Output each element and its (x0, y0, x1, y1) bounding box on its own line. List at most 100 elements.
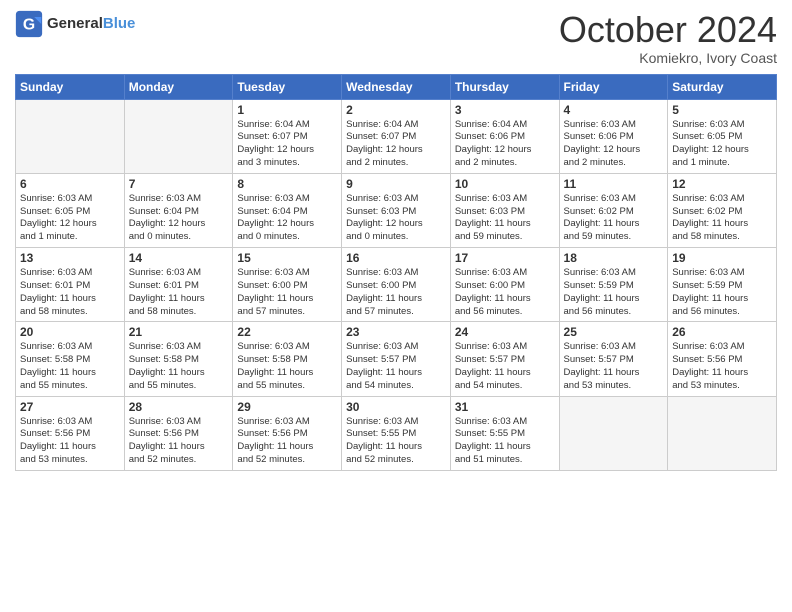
table-row: 1Sunrise: 6:04 AM Sunset: 6:07 PM Daylig… (233, 99, 342, 173)
logo-general: General (47, 15, 103, 32)
table-row (668, 396, 777, 470)
day-info: Sunrise: 6:03 AM Sunset: 6:04 PM Dayligh… (237, 193, 337, 244)
table-row: 27Sunrise: 6:03 AM Sunset: 5:56 PM Dayli… (16, 396, 125, 470)
calendar-week-row: 13 Sunrise: 6:03 AM Sunset: 6:01 PM Dayli… (16, 248, 777, 322)
table-row: 31Sunrise: 6:03 AM Sunset: 5:55 PM Dayli… (450, 396, 559, 470)
day-info: Sunrise: 6:03 AM Sunset: 6:02 PM Dayligh… (564, 193, 664, 244)
day-info: Sunrise: 6:03 AM Sunset: 6:04 PM Dayligh… (129, 193, 229, 244)
table-row (16, 99, 125, 173)
day-info: Sunrise: 6:03 AM Sunset: 6:06 PM Dayligh… (564, 119, 664, 170)
table-row: 5 Sunrise: 6:03 AM Sunset: 6:05 PM Daylig… (668, 99, 777, 173)
col-saturday: Saturday (668, 74, 777, 99)
day-number: 19 (672, 251, 772, 265)
col-monday: Monday (124, 74, 233, 99)
table-row: 17 Sunrise: 6:03 AM Sunset: 6:00 PM Dayli… (450, 248, 559, 322)
logo-icon: G (15, 10, 43, 38)
col-thursday: Thursday (450, 74, 559, 99)
day-number: 7 (129, 177, 229, 191)
day-number: 5 (672, 103, 772, 117)
day-number: 24 (455, 325, 555, 339)
day-number: 15 (237, 251, 337, 265)
col-friday: Friday (559, 74, 668, 99)
day-number: 11 (564, 177, 664, 191)
table-row: 18 Sunrise: 6:03 AM Sunset: 5:59 PM Dayli… (559, 248, 668, 322)
day-info: Sunrise: 6:03 AM Sunset: 5:59 PM Dayligh… (564, 267, 664, 318)
table-row: 29 Sunrise: 6:03 AM Sunset: 5:56 PM Dayli… (233, 396, 342, 470)
table-row: 26Sunrise: 6:03 AM Sunset: 5:56 PM Dayli… (668, 322, 777, 396)
day-number: 22 (237, 325, 337, 339)
day-info: Sunrise: 6:03 AM Sunset: 6:01 PM Dayligh… (129, 267, 229, 318)
day-number: 21 (129, 325, 229, 339)
day-info: Sunrise: 6:03 AM Sunset: 6:01 PM Dayligh… (20, 267, 120, 318)
day-info: Sunrise: 6:03 AM Sunset: 5:55 PM Dayligh… (455, 416, 555, 467)
table-row: 20 Sunrise: 6:03 AM Sunset: 5:58 PM Dayli… (16, 322, 125, 396)
day-info: Sunrise: 6:03 AM Sunset: 6:05 PM Dayligh… (672, 119, 772, 170)
logo: G GeneralBlue (15, 10, 135, 38)
day-info: Sunrise: 6:03 AM Sunset: 5:58 PM Dayligh… (20, 341, 120, 392)
day-info: Sunrise: 6:03 AM Sunset: 5:56 PM Dayligh… (672, 341, 772, 392)
table-row: 30Sunrise: 6:03 AM Sunset: 5:55 PM Dayli… (342, 396, 451, 470)
day-info: Sunrise: 6:04 AM Sunset: 6:06 PM Dayligh… (455, 119, 555, 170)
day-info: Sunrise: 6:03 AM Sunset: 6:00 PM Dayligh… (455, 267, 555, 318)
month-title: October 2024 (559, 10, 777, 50)
day-number: 20 (20, 325, 120, 339)
table-row: 11 Sunrise: 6:03 AM Sunset: 6:02 PM Dayli… (559, 173, 668, 247)
day-number: 6 (20, 177, 120, 191)
table-row: 6 Sunrise: 6:03 AM Sunset: 6:05 PM Daylig… (16, 173, 125, 247)
calendar-week-row: 1Sunrise: 6:04 AM Sunset: 6:07 PM Daylig… (16, 99, 777, 173)
col-tuesday: Tuesday (233, 74, 342, 99)
day-number: 29 (237, 400, 337, 414)
day-info: Sunrise: 6:03 AM Sunset: 5:57 PM Dayligh… (346, 341, 446, 392)
day-number: 2 (346, 103, 446, 117)
table-row: 15Sunrise: 6:03 AM Sunset: 6:00 PM Dayli… (233, 248, 342, 322)
day-number: 10 (455, 177, 555, 191)
col-wednesday: Wednesday (342, 74, 451, 99)
day-number: 17 (455, 251, 555, 265)
table-row: 9Sunrise: 6:03 AM Sunset: 6:03 PM Daylig… (342, 173, 451, 247)
table-row: 14 Sunrise: 6:03 AM Sunset: 6:01 PM Dayli… (124, 248, 233, 322)
table-row: 22Sunrise: 6:03 AM Sunset: 5:58 PM Dayli… (233, 322, 342, 396)
day-number: 14 (129, 251, 229, 265)
day-info: Sunrise: 6:03 AM Sunset: 6:00 PM Dayligh… (346, 267, 446, 318)
logo-blue: Blue (103, 15, 136, 32)
day-info: Sunrise: 6:03 AM Sunset: 5:56 PM Dayligh… (20, 416, 120, 467)
table-row (559, 396, 668, 470)
day-number: 18 (564, 251, 664, 265)
calendar-week-row: 20 Sunrise: 6:03 AM Sunset: 5:58 PM Dayli… (16, 322, 777, 396)
table-row: 3 Sunrise: 6:04 AM Sunset: 6:06 PM Daylig… (450, 99, 559, 173)
day-info: Sunrise: 6:03 AM Sunset: 6:05 PM Dayligh… (20, 193, 120, 244)
table-row: 21 Sunrise: 6:03 AM Sunset: 5:58 PM Dayli… (124, 322, 233, 396)
table-row: 4Sunrise: 6:03 AM Sunset: 6:06 PM Daylig… (559, 99, 668, 173)
day-number: 3 (455, 103, 555, 117)
day-info: Sunrise: 6:03 AM Sunset: 5:56 PM Dayligh… (237, 416, 337, 467)
calendar-week-row: 27Sunrise: 6:03 AM Sunset: 5:56 PM Dayli… (16, 396, 777, 470)
table-row: 25Sunrise: 6:03 AM Sunset: 5:57 PM Dayli… (559, 322, 668, 396)
table-row: 19Sunrise: 6:03 AM Sunset: 5:59 PM Dayli… (668, 248, 777, 322)
table-row: 16 Sunrise: 6:03 AM Sunset: 6:00 PM Dayli… (342, 248, 451, 322)
day-number: 30 (346, 400, 446, 414)
table-row: 10 Sunrise: 6:03 AM Sunset: 6:03 PM Dayli… (450, 173, 559, 247)
table-row: 2Sunrise: 6:04 AM Sunset: 6:07 PM Daylig… (342, 99, 451, 173)
day-info: Sunrise: 6:03 AM Sunset: 5:56 PM Dayligh… (129, 416, 229, 467)
day-info: Sunrise: 6:03 AM Sunset: 6:03 PM Dayligh… (346, 193, 446, 244)
svg-text:G: G (23, 16, 35, 33)
day-number: 13 (20, 251, 120, 265)
table-row (124, 99, 233, 173)
day-info: Sunrise: 6:03 AM Sunset: 5:58 PM Dayligh… (129, 341, 229, 392)
location-subtitle: Komiekro, Ivory Coast (559, 50, 777, 66)
table-row: 13 Sunrise: 6:03 AM Sunset: 6:01 PM Dayli… (16, 248, 125, 322)
day-number: 16 (346, 251, 446, 265)
table-row: 8Sunrise: 6:03 AM Sunset: 6:04 PM Daylig… (233, 173, 342, 247)
table-row: 28 Sunrise: 6:03 AM Sunset: 5:56 PM Dayli… (124, 396, 233, 470)
day-number: 28 (129, 400, 229, 414)
table-row: 23 Sunrise: 6:03 AM Sunset: 5:57 PM Dayli… (342, 322, 451, 396)
title-area: October 2024 Komiekro, Ivory Coast (559, 10, 777, 66)
day-number: 23 (346, 325, 446, 339)
table-row: 7 Sunrise: 6:03 AM Sunset: 6:04 PM Daylig… (124, 173, 233, 247)
day-info: Sunrise: 6:03 AM Sunset: 5:57 PM Dayligh… (564, 341, 664, 392)
day-info: Sunrise: 6:03 AM Sunset: 5:57 PM Dayligh… (455, 341, 555, 392)
day-info: Sunrise: 6:03 AM Sunset: 6:03 PM Dayligh… (455, 193, 555, 244)
day-number: 12 (672, 177, 772, 191)
col-sunday: Sunday (16, 74, 125, 99)
day-number: 1 (237, 103, 337, 117)
